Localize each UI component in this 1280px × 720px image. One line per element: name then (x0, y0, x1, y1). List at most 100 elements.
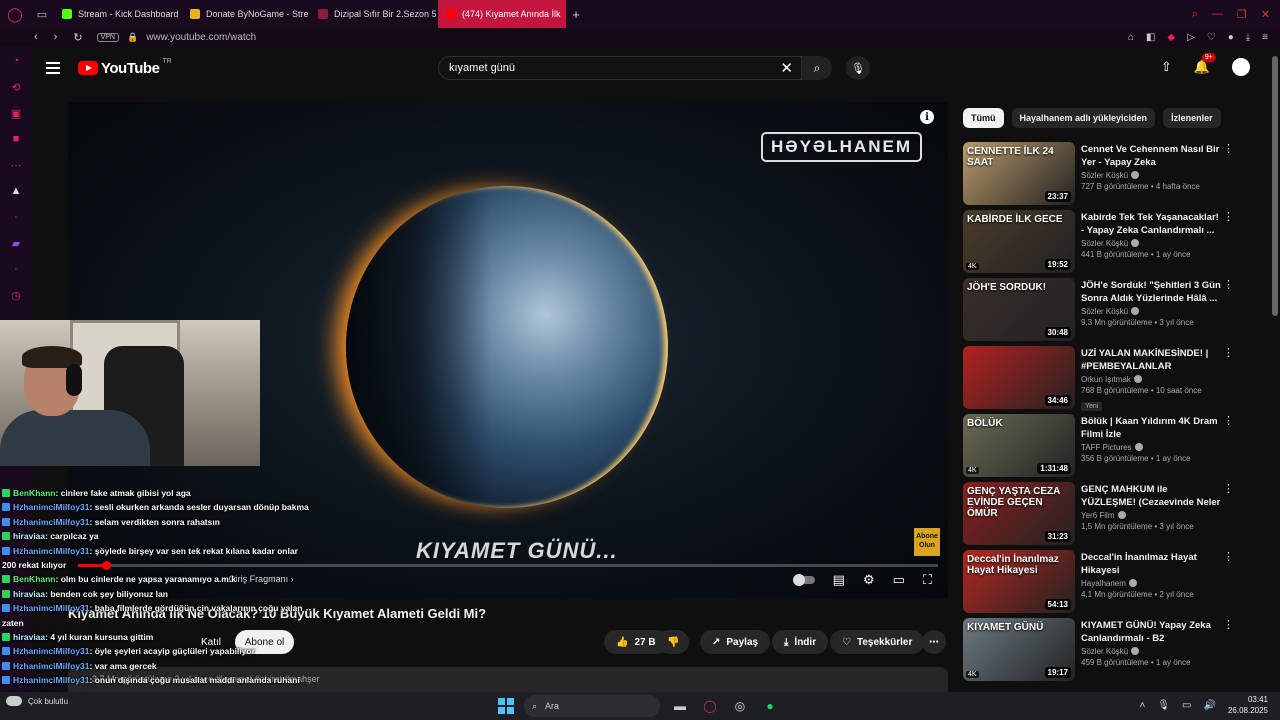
twitch-icon[interactable]: ▰ (8, 236, 24, 250)
clock-icon[interactable]: ◷ (8, 288, 24, 302)
recommendation-title[interactable]: Cennet Ve Cehennem Nasıl Bir Yer - Yapay… (1081, 143, 1223, 169)
filter-chip[interactable]: Tümü (963, 108, 1004, 128)
new-tab-button[interactable]: + (566, 7, 586, 22)
recommendation-channel[interactable]: Sözler Köşkü (1081, 307, 1223, 316)
recommendation-thumbnail[interactable]: KIYAMET GÜNÜ 4K 19:17 (963, 618, 1075, 681)
file-explorer-icon[interactable]: ▬ (670, 696, 690, 716)
recommendation-thumbnail[interactable]: CENNETTE İLK 24 SAAT 23:37 (963, 142, 1075, 205)
youtube-logo[interactable]: YouTube TR (78, 58, 172, 77)
taskbar-search[interactable]: ⌕ Ara (524, 695, 660, 717)
more-vertical-icon[interactable]: ⋮ (1223, 550, 1234, 563)
recommendation-title[interactable]: Bölük | Kaan Yıldırım 4K Dram Filmi İzle (1081, 415, 1223, 441)
page-scrollbar[interactable] (1272, 56, 1278, 316)
browser-tab[interactable]: Stream - Kick Dashboard (54, 0, 182, 28)
steam-icon[interactable]: ◎ (730, 696, 750, 716)
autoplay-toggle[interactable] (792, 574, 815, 586)
recommendation-thumbnail[interactable]: BÖLÜK 4K 1:31:48 (963, 414, 1075, 477)
profile-icon[interactable]: ● (1228, 32, 1234, 43)
subscribe-watermark[interactable]: Abone Olun (914, 528, 940, 556)
recommendation-title[interactable]: KIYAMET GÜNÜ! Yapay Zeka Canlandırmalı -… (1081, 619, 1223, 645)
recommendation-thumbnail[interactable]: Deccal'in İnanılmaz Hayat Hikayesi 54:13 (963, 550, 1075, 613)
share-button[interactable]: ↗ Paylaş (700, 630, 771, 654)
recommendation-channel[interactable]: Sözler Köşkü (1081, 171, 1223, 180)
messenger-icon[interactable]: ▣ (8, 106, 24, 120)
recommendation-item[interactable]: KIYAMET GÜNÜ 4K 19:17 KIYAMET GÜNÜ! Yapay Z… (963, 618, 1234, 686)
url-field[interactable]: www.youtube.com/watch (146, 32, 256, 43)
recommendation-title[interactable]: Deccal'in İnanılmaz Hayat Hikayesi (1081, 551, 1223, 577)
vpn-badge[interactable]: VPN (96, 32, 119, 42)
download-icon[interactable]: ⤓ (1246, 32, 1250, 43)
recommendation-channel[interactable]: Sözler Köşkü (1081, 647, 1223, 656)
kick-icon[interactable]: ▲ (8, 184, 24, 198)
extensions-icon[interactable]: ◧ (1146, 32, 1155, 43)
fullscreen-icon[interactable]: ⛶ (923, 572, 932, 588)
settings-gear-icon[interactable]: ⚙ (863, 572, 875, 588)
notifications-button[interactable]: 🔔 9+ (1194, 53, 1216, 75)
recommendation-channel[interactable]: Orkun Işıtmak (1081, 375, 1223, 384)
player-icon[interactable]: ▷ (1187, 32, 1195, 43)
reload-icon[interactable]: ↻ (73, 31, 82, 44)
dislike-button[interactable]: 👎 (657, 630, 690, 654)
recommendation-title[interactable]: GENÇ MAHKUM ile YÜZLEŞME! (Cezaevinde Ne… (1081, 483, 1223, 509)
opera-logo-icon[interactable]: ◯ (0, 0, 30, 28)
recommendation-thumbnail[interactable]: GENÇ YAŞTA CEZA EVİNDE GEÇEN ÖMÜR 31:23 (963, 482, 1075, 545)
account-avatar[interactable] (1232, 58, 1250, 76)
filter-chip[interactable]: İzlenenler (1163, 108, 1221, 128)
recommendation-item[interactable]: CENNETTE İLK 24 SAAT 23:37 Cennet Ve Cehen… (963, 142, 1234, 210)
upload-icon[interactable]: ⇧ (1161, 59, 1172, 75)
recommendation-item[interactable]: 34:46 UZİ YALAN MAKİNESİNDE! | #PEMBEYALA… (963, 346, 1234, 414)
minimize-button[interactable]: — (1212, 8, 1223, 21)
mail-icon[interactable]: ■ (8, 132, 24, 146)
more-icon[interactable]: ⋯ (8, 158, 24, 172)
browser-tab[interactable]: Dizipal Sıfır Bir 2.Sezon 5 (310, 0, 438, 28)
more-actions-button[interactable]: ⋯ (922, 630, 946, 654)
recommendation-item[interactable]: GENÇ YAŞTA CEZA EVİNDE GEÇEN ÖMÜR 31:23 GE… (963, 482, 1234, 550)
lock-icon[interactable]: 🔒 (127, 32, 138, 43)
recommendation-channel[interactable]: TAFF Pictures (1081, 443, 1223, 452)
volume-icon[interactable]: 🔊 (1204, 700, 1216, 711)
more-vertical-icon[interactable]: ⋮ (1223, 346, 1234, 359)
mic-tray-icon[interactable]: 🎙 (1157, 700, 1170, 711)
network-icon[interactable]: ▭ (1182, 700, 1191, 711)
guide-menu-icon[interactable] (46, 62, 60, 74)
browser-tab[interactable]: Donate ByNoGame - Stre (182, 0, 310, 28)
recommendation-item[interactable]: JÖH'E SORDUK! 30:48 JÖH'e Sorduk! "Şehitle… (963, 278, 1234, 346)
recommendation-title[interactable]: UZİ YALAN MAKİNESİNDE! | #PEMBEYALANLAR (1081, 347, 1223, 373)
recommendation-item[interactable]: Deccal'in İnanılmaz Hayat Hikayesi 54:13 D… (963, 550, 1234, 618)
close-window-button[interactable]: ✕ (1261, 8, 1270, 21)
voice-search-button[interactable]: 🎙 (846, 56, 870, 80)
recommendation-thumbnail[interactable]: 34:46 (963, 346, 1075, 409)
browser-tab[interactable]: (474) Kıyamet Anında İlk (438, 0, 566, 28)
weather-widget[interactable]: Çok bulutlu (6, 696, 68, 706)
forward-icon[interactable]: › (54, 31, 58, 44)
more-vertical-icon[interactable]: ⋮ (1223, 414, 1234, 427)
start-windows-icon[interactable] (498, 698, 514, 714)
menu-icon[interactable]: ≡ (1262, 32, 1268, 43)
recommendation-channel[interactable]: Hayalhanem (1081, 579, 1223, 588)
more-vertical-icon[interactable]: ⋮ (1223, 210, 1234, 223)
heart-icon[interactable]: ♡ (1207, 32, 1216, 43)
recommendation-thumbnail[interactable]: KABİRDE İLK GECE 4K 19:52 (963, 210, 1075, 273)
theater-mode-icon[interactable]: ▭ (893, 572, 905, 588)
clear-search-icon[interactable]: ✕ (780, 59, 793, 77)
recommendation-channel[interactable]: Sözler Köşkü (1081, 239, 1223, 248)
tray-chevron-icon[interactable]: ˄ (1140, 700, 1146, 711)
more-vertical-icon[interactable]: ⋮ (1223, 618, 1234, 631)
recommendation-title[interactable]: Kabirde Tek Tek Yaşanacaklar! - Yapay Ze… (1081, 211, 1223, 237)
spotify-icon[interactable]: ● (760, 696, 780, 716)
more-vertical-icon[interactable]: ⋮ (1223, 142, 1234, 155)
recommendation-thumbnail[interactable]: JÖH'E SORDUK! 30:48 (963, 278, 1075, 341)
aria-icon[interactable]: ◔ (8, 54, 24, 68)
more-vertical-icon[interactable]: ⋮ (1223, 278, 1234, 291)
maximize-button[interactable]: ❐ (1237, 8, 1247, 21)
search-input[interactable]: kıyamet günü ✕ (438, 56, 802, 80)
download-button[interactable]: ⤓ İndir (772, 630, 829, 654)
snapshot-icon[interactable]: ⌂ (1128, 32, 1134, 43)
back-icon[interactable]: ‹ (34, 31, 38, 44)
history-icon[interactable]: ⟲ (8, 80, 24, 94)
info-icon[interactable]: i (920, 110, 934, 124)
tab-islands-icon[interactable]: ▭ (30, 8, 54, 21)
clock[interactable]: 03:41 26.08.2025 (1228, 694, 1268, 716)
more-vertical-icon[interactable]: ⋮ (1223, 482, 1234, 495)
filter-chip[interactable]: Hayalhanem adlı yükleyiciden (1011, 108, 1156, 128)
